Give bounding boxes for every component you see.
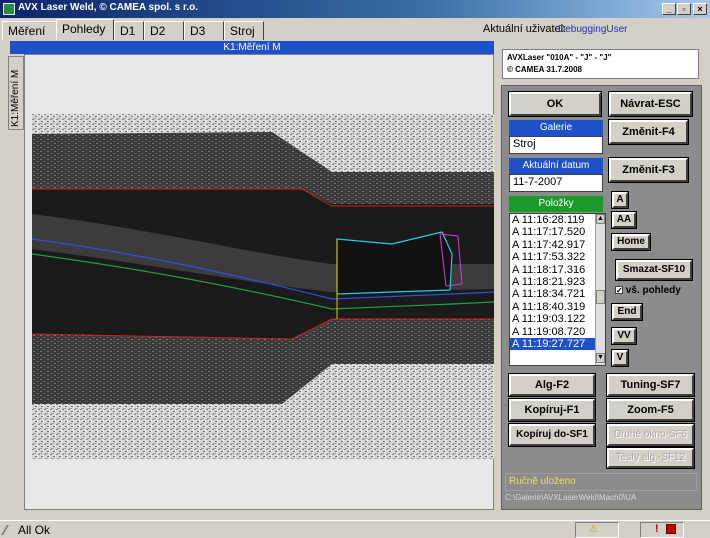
items-header: Položky bbox=[509, 196, 603, 212]
list-item[interactable]: A 11:19:08.720 bbox=[510, 326, 605, 338]
change-date-button[interactable]: Změnit-F3 bbox=[608, 157, 689, 183]
tab-pohledy[interactable]: Pohledy bbox=[56, 19, 114, 40]
close-button[interactable]: × bbox=[693, 3, 707, 15]
alg-button[interactable]: Alg-F2 bbox=[508, 373, 596, 397]
tab-d3[interactable]: D3 bbox=[184, 21, 224, 40]
current-user-label: Aktuální uživatel: bbox=[483, 23, 567, 35]
title-bar: AVX Laser Weld, © CAMEA spol. s r.o. _ ▫… bbox=[0, 0, 710, 18]
tab-mereni[interactable]: Měření bbox=[2, 21, 60, 40]
status-text: All Ok bbox=[18, 523, 51, 537]
nav-aa-button[interactable]: AA bbox=[611, 211, 637, 229]
save-status-text: Ručně uloženo bbox=[505, 473, 697, 491]
status-bar: All Ok ⚠ ! bbox=[0, 520, 710, 538]
version-line: AVXLaser "010A" - "J" - "J" bbox=[507, 53, 612, 62]
gallery-header: Galerie bbox=[509, 120, 603, 136]
app-icon bbox=[3, 3, 15, 15]
second-window-button[interactable]: Druhé okno-SF6 bbox=[606, 423, 695, 447]
alert-icon: ! bbox=[655, 523, 659, 535]
list-item[interactable]: A 11:17:42.917 bbox=[510, 239, 605, 251]
back-esc-button[interactable]: Návrat-ESC bbox=[608, 91, 693, 117]
home-button[interactable]: Home bbox=[611, 233, 651, 251]
list-item[interactable]: A 11:17:17.520 bbox=[510, 226, 605, 238]
side-tab-label: K1:Měření M bbox=[10, 69, 21, 127]
copy-button[interactable]: Kopíruj-F1 bbox=[508, 398, 596, 422]
nav-v-button[interactable]: V bbox=[611, 349, 629, 367]
items-listbox[interactable]: A 11:16:28.119 A 11:17:17.520 A 11:17:42… bbox=[509, 213, 606, 366]
weld-camera-image[interactable] bbox=[32, 114, 494, 459]
list-item[interactable]: A 11:17:53.322 bbox=[510, 251, 605, 263]
gallery-path-text: C:\Galerie\AVXLaserWeld\Mach0\UA bbox=[505, 493, 637, 502]
current-date-header: Aktuální datum bbox=[509, 158, 603, 174]
status-grip-icon bbox=[1, 525, 17, 535]
tab-d1[interactable]: D1 bbox=[114, 21, 144, 40]
copy-to-button[interactable]: Kopíruj do-SF1 bbox=[508, 423, 596, 447]
tab-stroj[interactable]: Stroj bbox=[224, 21, 264, 40]
all-views-checkbox[interactable]: ✓ bbox=[615, 286, 623, 295]
list-item[interactable]: A 11:18:17.316 bbox=[510, 264, 605, 276]
change-gallery-button[interactable]: Změnit-F4 bbox=[608, 119, 689, 145]
all-views-checkbox-wrap[interactable]: ✓ vš. pohledy bbox=[615, 285, 681, 296]
list-item[interactable]: A 11:16:28.119 bbox=[510, 214, 605, 226]
nav-a-button[interactable]: A bbox=[611, 191, 629, 209]
gallery-field[interactable]: Stroj bbox=[509, 136, 603, 154]
tab-d2[interactable]: D2 bbox=[144, 21, 184, 40]
copyright-line: © CAMEA 31.7.2008 bbox=[507, 65, 582, 74]
warning-icon: ⚠ bbox=[589, 524, 598, 535]
maximize-button[interactable]: ▫ bbox=[677, 3, 691, 15]
window-title: AVX Laser Weld, © CAMEA spol. s r.o. bbox=[18, 2, 198, 13]
scroll-up-arrow-icon[interactable]: ▲ bbox=[596, 214, 605, 224]
algorithm-tests-button[interactable]: Testy alg.-SF12 bbox=[606, 447, 695, 469]
side-tab-view[interactable]: K1:Měření M bbox=[8, 56, 24, 130]
view-title-bar: K1:Měření M bbox=[10, 41, 494, 54]
current-user-value: DebuggingUser bbox=[558, 24, 628, 35]
scroll-down-arrow-icon[interactable]: ▼ bbox=[596, 353, 605, 363]
nav-vv-button[interactable]: VV bbox=[611, 327, 637, 345]
current-date-field[interactable]: 11-7-2007 bbox=[509, 174, 603, 192]
stop-icon bbox=[666, 524, 676, 534]
ok-button[interactable]: OK bbox=[508, 91, 602, 117]
list-item[interactable]: A 11:18:21.923 bbox=[510, 276, 605, 288]
scroll-thumb[interactable] bbox=[596, 290, 605, 304]
weld-image-svg bbox=[32, 114, 494, 459]
zoom-button[interactable]: Zoom-F5 bbox=[606, 398, 695, 422]
delete-button[interactable]: Smazat-SF10 bbox=[615, 259, 693, 281]
tuning-button[interactable]: Tuning-SF7 bbox=[606, 373, 695, 397]
listbox-scrollbar[interactable]: ▲ ▼ bbox=[595, 214, 605, 365]
minimize-button[interactable]: _ bbox=[662, 3, 676, 15]
status-cell-alert bbox=[640, 522, 684, 538]
list-item[interactable]: A 11:18:34.721 bbox=[510, 288, 605, 300]
list-item[interactable]: A 11:18:40.319 bbox=[510, 301, 605, 313]
list-item[interactable]: A 11:19:03.122 bbox=[510, 313, 605, 325]
list-item-selected[interactable]: A 11:19:27.727 bbox=[510, 337, 605, 351]
all-views-label: vš. pohledy bbox=[625, 285, 681, 296]
version-info-box: AVXLaser "010A" - "J" - "J" © CAMEA 31.7… bbox=[502, 49, 699, 79]
end-button[interactable]: End bbox=[611, 303, 643, 321]
tab-bar: Měření Pohledy D1 D2 D3 Stroj Aktuální u… bbox=[0, 18, 710, 40]
